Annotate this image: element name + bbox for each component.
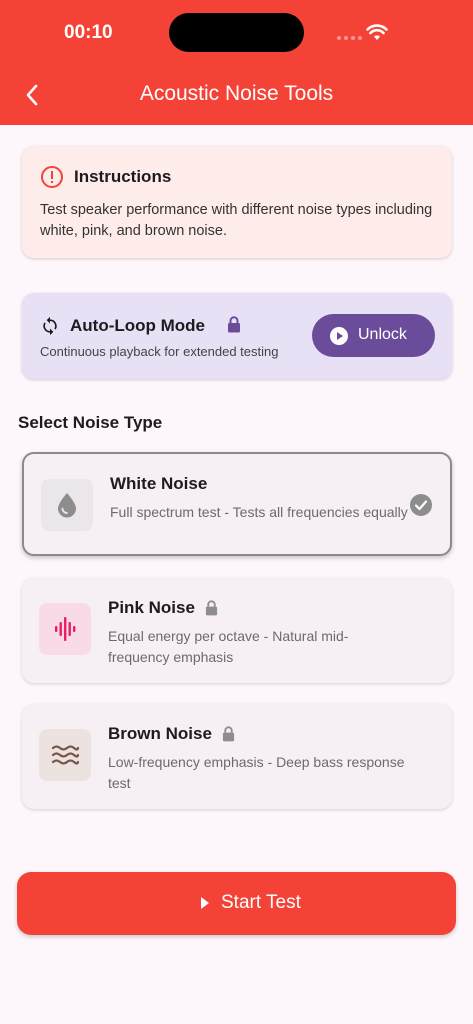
start-test-label: Start Test [221, 892, 301, 913]
lock-icon [228, 316, 240, 333]
page-title: Acoustic Noise Tools [139, 82, 334, 105]
check-circle-icon [410, 494, 432, 516]
lock-icon [205, 600, 217, 616]
instructions-title: Instructions [74, 167, 172, 186]
noise-description: Low-frequency emphasis - Deep bass respo… [108, 754, 405, 791]
dynamic-island [169, 13, 304, 52]
noise-icon-container [41, 479, 93, 531]
app-bar: 00:10 Acoustic Noise Tools [0, 0, 473, 125]
unlock-button[interactable]: Unlock [312, 314, 435, 357]
cellular-signal-icon [337, 36, 362, 40]
noise-option-white[interactable]: White Noise Full spectrum test - Tests a… [22, 452, 452, 556]
waves-icon [51, 745, 79, 765]
instructions-text: Test speaker performance with different … [40, 202, 433, 239]
noise-description: Full spectrum test - Tests all frequenci… [110, 504, 408, 520]
play-icon [201, 897, 209, 909]
auto-loop-title: Auto-Loop Mode [70, 316, 206, 335]
noise-option-brown[interactable]: Brown Noise Low-frequency emphasis - Dee… [22, 704, 452, 809]
wifi-icon [366, 24, 388, 40]
sync-icon [43, 316, 57, 336]
auto-loop-card: Auto-Loop Mode Continuous playback for e… [22, 293, 452, 379]
noise-description: Equal energy per octave - Natural mid-fr… [108, 628, 349, 665]
auto-loop-subtitle: Continuous playback for extended testing [40, 344, 279, 359]
noise-title: White Noise [110, 474, 208, 493]
start-test-button[interactable]: Start Test [17, 872, 456, 935]
noise-icon-container [39, 729, 91, 781]
water-drop-icon [58, 493, 76, 518]
noise-icon-container [39, 603, 91, 655]
noise-option-pink[interactable]: Pink Noise Equal energy per octave - Nat… [22, 578, 452, 683]
instructions-card: Instructions Test speaker performance wi… [22, 146, 452, 258]
noise-title: Pink Noise [108, 598, 218, 618]
info-icon [41, 166, 63, 188]
status-time: 00:10 [64, 22, 113, 43]
lock-icon [222, 726, 234, 742]
unlock-button-label: Unlock [358, 326, 407, 343]
graphic-eq-icon [55, 617, 76, 641]
play-circle-icon [330, 327, 348, 345]
section-title: Select Noise Type [18, 413, 163, 432]
noise-title: Brown Noise [108, 724, 235, 744]
